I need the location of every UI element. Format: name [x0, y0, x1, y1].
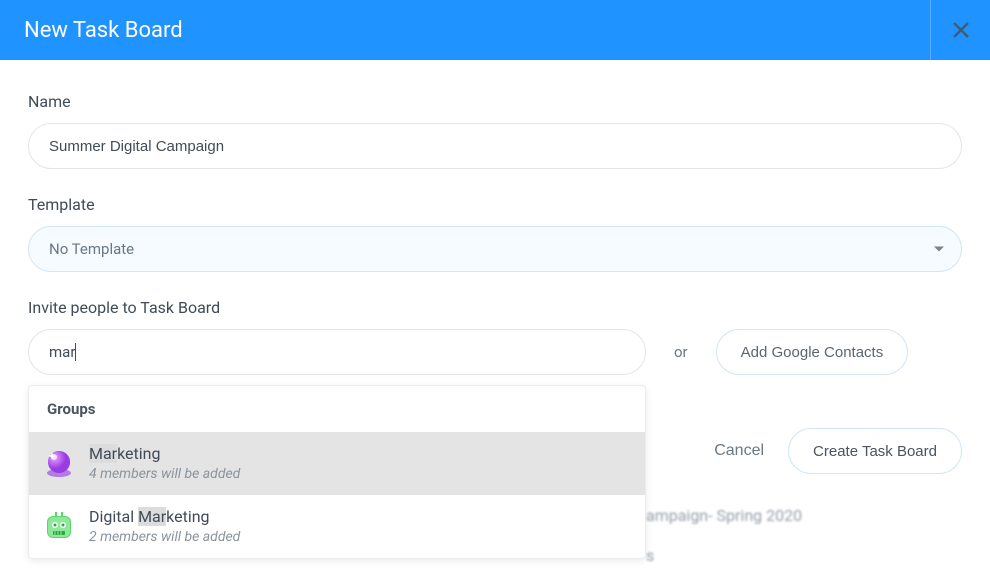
add-google-contacts-button[interactable]: Add Google Contacts	[716, 329, 909, 375]
background-obscured-text: ampaign- Spring 2020	[646, 506, 802, 525]
dropdown-item-marketing[interactable]: Marketing 4 members will be added	[29, 432, 645, 495]
group-name: Digital Marketing	[89, 507, 240, 528]
invite-label: Invite people to Task Board	[28, 298, 962, 317]
template-select[interactable]: No Template	[28, 226, 962, 272]
group-text-block: Marketing 4 members will be added	[89, 444, 240, 483]
group-name: Marketing	[89, 444, 240, 465]
name-label: Name	[28, 92, 962, 111]
background-obscured-text: s	[646, 546, 654, 565]
template-label: Template	[28, 195, 962, 214]
or-separator: or	[666, 343, 696, 361]
template-field-group: Template No Template	[28, 195, 962, 272]
modal-body: Name Template No Template Invite people …	[0, 60, 990, 375]
cancel-button[interactable]: Cancel	[714, 442, 764, 460]
dropdown-item-digital-marketing[interactable]: Digital Marketing 2 members will be adde…	[29, 495, 645, 558]
template-select-wrapper: No Template	[28, 226, 962, 272]
group-avatar-icon	[43, 447, 75, 479]
close-icon	[952, 21, 970, 39]
group-subtext: 4 members will be added	[89, 465, 240, 483]
group-avatar-icon	[43, 510, 75, 542]
modal-header: New Task Board	[0, 0, 990, 60]
dropdown-groups-header: Groups	[29, 386, 645, 432]
name-field-group: Name	[28, 92, 962, 169]
group-text-block: Digital Marketing 2 members will be adde…	[89, 507, 240, 546]
invite-field-group: Invite people to Task Board mar Groups	[28, 298, 962, 375]
modal-title: New Task Board	[24, 18, 183, 43]
autocomplete-dropdown: Groups	[28, 385, 646, 559]
invite-input[interactable]: mar	[28, 329, 646, 375]
invite-input-wrapper: mar Groups	[28, 329, 646, 375]
modal-footer: Cancel Create Task Board	[714, 428, 962, 474]
create-task-board-button[interactable]: Create Task Board	[788, 428, 962, 474]
invite-input-value: mar	[49, 343, 75, 361]
name-input[interactable]	[28, 123, 962, 169]
group-subtext: 2 members will be added	[89, 528, 240, 546]
close-button[interactable]	[930, 0, 990, 60]
text-caret	[75, 343, 76, 361]
new-task-board-modal: New Task Board Name Template No Template…	[0, 0, 990, 375]
invite-row: mar Groups	[28, 329, 962, 375]
